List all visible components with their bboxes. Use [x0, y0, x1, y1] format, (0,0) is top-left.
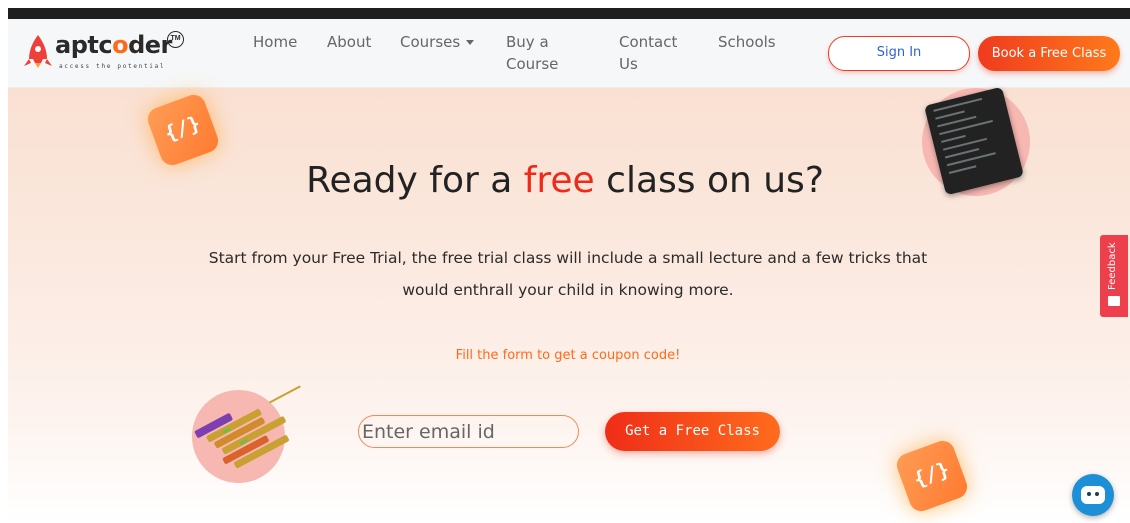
code-line	[935, 110, 965, 120]
chatbot-icon	[1081, 486, 1105, 504]
nav-schools[interactable]: Schools	[718, 31, 776, 53]
nav-courses-label: Courses	[400, 33, 461, 51]
code-blocks-icon	[194, 385, 301, 469]
heading-accent: free	[523, 160, 595, 201]
chatbot-button[interactable]	[1072, 474, 1114, 516]
navbar: aptcoder TM access the potential Home Ab…	[8, 19, 1130, 88]
hero-subtext: Start from your Free Trial, the free tri…	[208, 249, 928, 299]
coupon-message: Fill the form to get a coupon code!	[455, 348, 681, 363]
chatbot-eye	[1087, 492, 1091, 496]
nav-courses[interactable]: Courses	[400, 31, 475, 53]
nav-home[interactable]: Home	[253, 31, 297, 53]
nav-contact-us[interactable]: Contact Us	[619, 31, 677, 75]
brand-name: aptcoder	[55, 31, 172, 59]
sign-in-button[interactable]: Sign In	[828, 36, 970, 71]
browser-top-strip	[8, 8, 1130, 19]
email-input[interactable]	[358, 415, 579, 448]
feedback-label: Feedback	[1107, 242, 1118, 290]
get-free-class-button[interactable]: Get a Free Class	[605, 412, 780, 451]
hero-heading: Ready for a free class on us?	[306, 160, 824, 201]
nav-buy-course[interactable]: Buy a Course	[506, 31, 558, 75]
nav-contact-line2: Us	[619, 55, 638, 73]
nav-buy-course-line2: Course	[506, 55, 559, 73]
rocket-icon	[24, 35, 52, 68]
chatbot-eye	[1095, 492, 1099, 496]
nav-about[interactable]: About	[327, 31, 371, 53]
brand-logo[interactable]: aptcoder TM access the potential	[23, 31, 193, 75]
message-icon	[1108, 296, 1120, 306]
code-tile-glyph: {/}	[161, 110, 204, 146]
nav-contact-line1: Contact	[619, 33, 678, 51]
nav-buy-course-line1: Buy a	[506, 33, 549, 51]
code-tile-glyph: {/}	[910, 456, 953, 492]
book-free-class-button[interactable]: Book a Free Class	[978, 36, 1120, 71]
code-line	[941, 134, 966, 143]
trademark-badge: TM	[167, 31, 184, 48]
chevron-down-icon	[466, 40, 475, 45]
brand-tagline: access the potential	[59, 63, 166, 70]
